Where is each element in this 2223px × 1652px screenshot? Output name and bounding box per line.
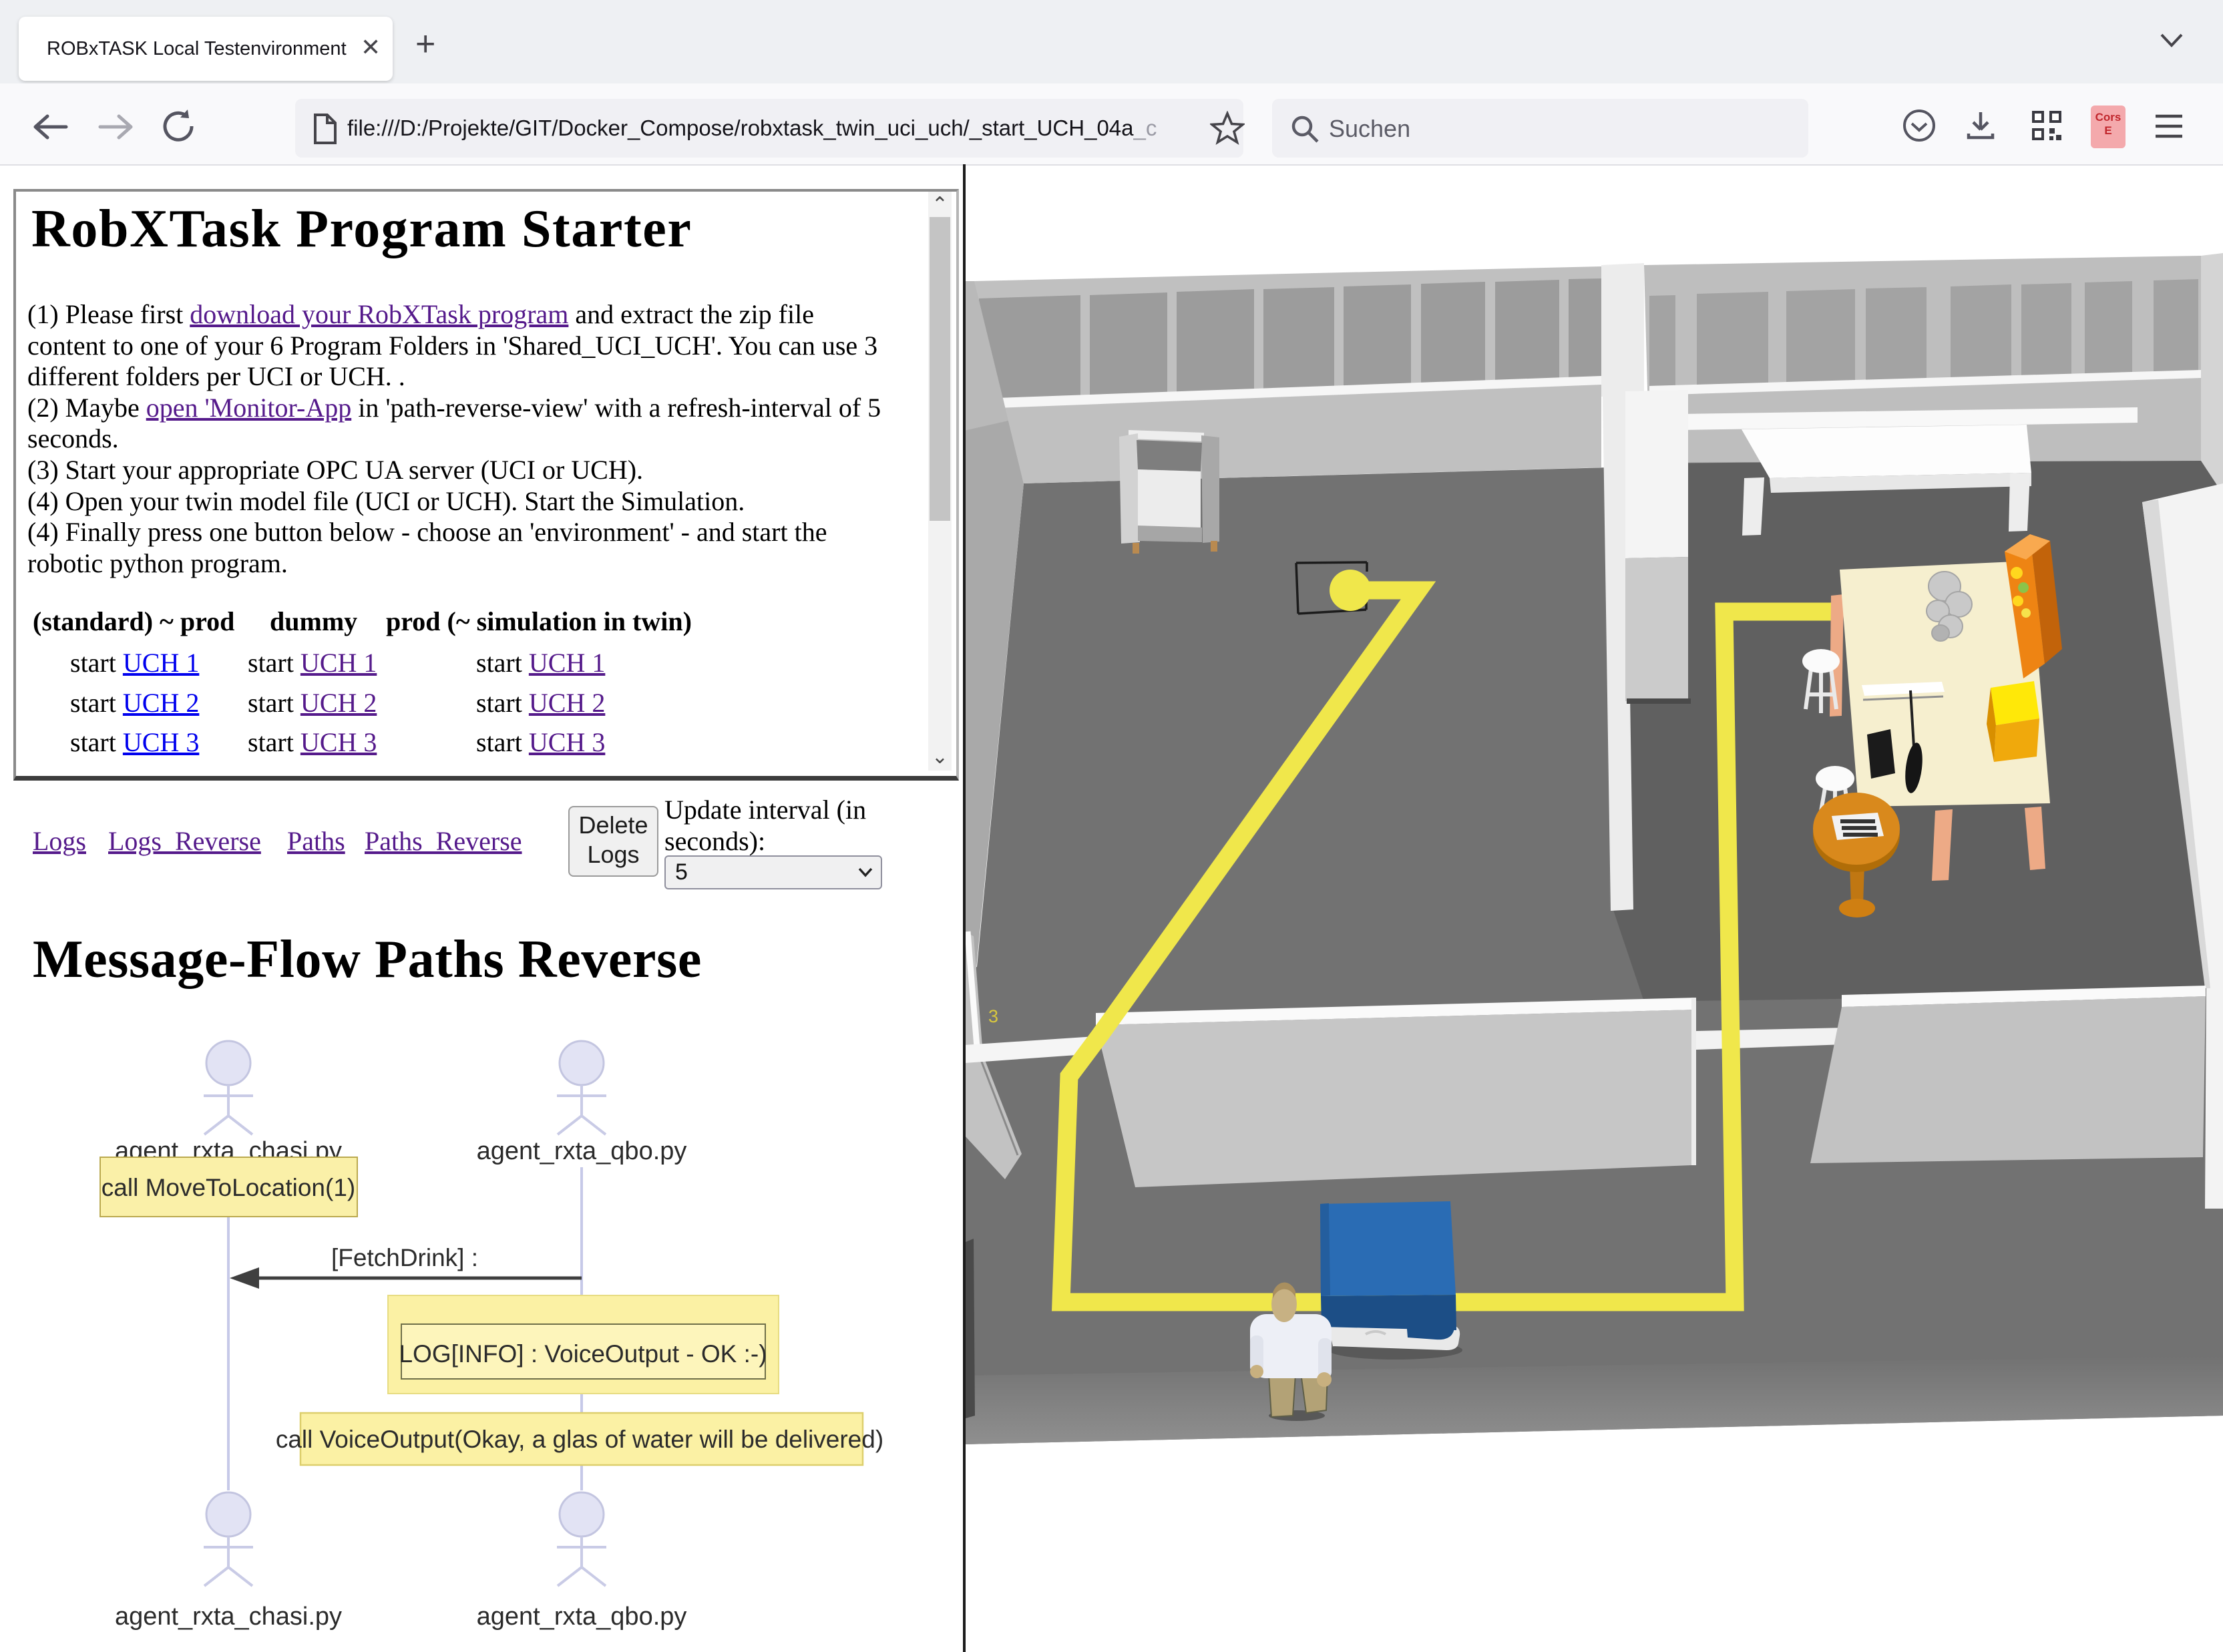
svg-text:call VoiceOutput(Okay, a glas: call VoiceOutput(Okay, a glas of water w… (276, 1426, 883, 1453)
svg-text:agent_rxta_qbo.py: agent_rxta_qbo.py (477, 1603, 687, 1631)
svg-text:agent_rxta_chasi.py: agent_rxta_chasi.py (115, 1603, 342, 1631)
svg-text:3: 3 (988, 1006, 998, 1026)
svg-text:agent_rxta_qbo.py: agent_rxta_qbo.py (477, 1137, 687, 1165)
svg-text:call MoveToLocation(1): call MoveToLocation(1) (102, 1174, 355, 1201)
svg-text:LOG[INFO] : VoiceOutput - OK :: LOG[INFO] : VoiceOutput - OK :-) (399, 1340, 767, 1368)
svg-text:[FetchDrink] :: [FetchDrink] : (331, 1244, 478, 1271)
